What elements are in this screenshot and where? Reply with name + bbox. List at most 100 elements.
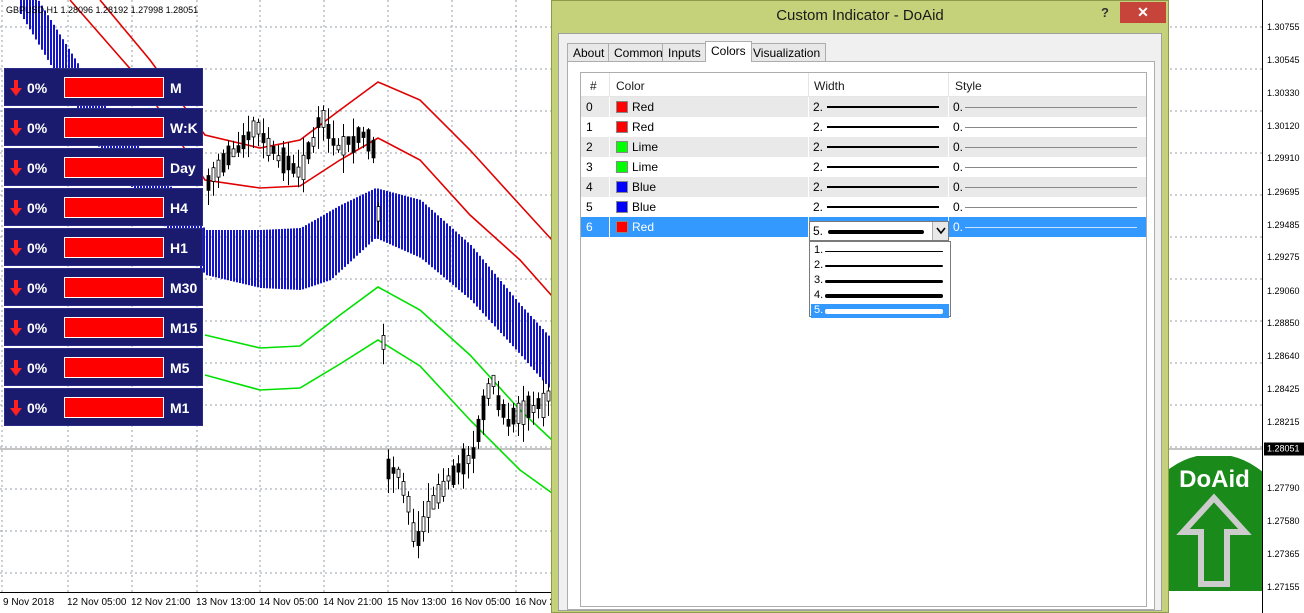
trend-percent: 0% (27, 280, 48, 296)
color-swatch[interactable] (616, 121, 628, 133)
tab-colors[interactable]: Colors (705, 41, 752, 62)
color-swatch[interactable] (616, 221, 628, 233)
cloud-bar (452, 228, 454, 285)
color-row[interactable]: 5 Blue 2. 0. (581, 197, 1146, 217)
width-option[interactable]: 3. (811, 274, 949, 288)
width-value[interactable]: 2. (813, 140, 823, 154)
tab-about[interactable]: About (567, 43, 611, 61)
candle-body (301, 154, 306, 181)
color-name[interactable]: Red (632, 220, 654, 234)
width-option[interactable]: 2. (811, 259, 949, 273)
color-swatch[interactable] (616, 201, 628, 213)
width-combobox[interactable]: 5. (809, 221, 949, 241)
cloud-bar (518, 302, 520, 353)
style-value[interactable]: 0. (953, 220, 963, 234)
colors-grid[interactable]: # Color Width Style 0 Red 2. 0. 1 Red 2. 0. 2 Lim… (580, 72, 1147, 607)
color-row[interactable]: 2 Lime 2. 0. (581, 137, 1146, 157)
cloud-bar (254, 230, 256, 287)
style-value[interactable]: 0. (953, 100, 963, 114)
cloud-bar (275, 229, 277, 289)
width-option[interactable]: 4. (811, 289, 949, 303)
color-name[interactable]: Blue (632, 180, 656, 194)
color-row[interactable]: 3 Lime 2. 0. (581, 157, 1146, 177)
time-axis[interactable]: 9 Nov 2018 12 Nov 05:00 12 Nov 21:00 13 Nov… (0, 592, 552, 613)
color-name[interactable]: Blue (632, 200, 656, 214)
color-swatch[interactable] (616, 161, 628, 173)
col-header-width[interactable]: Width (814, 79, 845, 93)
tab-inputs[interactable]: Inputs (662, 43, 707, 61)
candle-body (446, 475, 451, 482)
cloud-bar (338, 206, 340, 273)
width-value[interactable]: 2. (813, 160, 823, 174)
style-value[interactable]: 0. (953, 140, 963, 154)
price-axis[interactable]: 1.30755 1.30545 1.30330 1.30120 1.29910 1.296… (1262, 0, 1304, 613)
close-button[interactable]: ✕ (1120, 2, 1166, 23)
color-row[interactable]: 1 Red 2. 0. (581, 117, 1146, 137)
width-value[interactable]: 2. (813, 120, 823, 134)
trend-row: 0% M1 (4, 388, 203, 426)
style-line-sample (965, 207, 1137, 208)
candle-body (281, 147, 286, 174)
cloud-bar (347, 201, 349, 265)
tab-visualization[interactable]: Visualization (747, 43, 827, 61)
candle-body (226, 145, 231, 166)
cloud-bar (248, 230, 250, 286)
candle-body (501, 404, 506, 418)
color-name[interactable]: Lime (632, 160, 658, 174)
candle-body (496, 395, 501, 411)
color-row[interactable]: 4 Blue 2. 0. (581, 177, 1146, 197)
doaid-logo: DoAid (1167, 456, 1262, 591)
candle-body (541, 392, 546, 418)
col-header-index[interactable]: # (590, 79, 597, 93)
color-name[interactable]: Lime (632, 140, 658, 154)
width-option[interactable]: 1. (811, 244, 949, 258)
price-axis-label: 1.30755 (1267, 22, 1300, 32)
color-row[interactable]: 0 Red 2. 0. (581, 97, 1146, 117)
candle-body (316, 117, 321, 128)
cloud-bar (476, 252, 478, 307)
width-option-line (825, 251, 943, 252)
color-name[interactable]: Red (632, 120, 654, 134)
style-value[interactable]: 0. (953, 200, 963, 214)
down-arrow-icon (10, 200, 22, 216)
cloud-bar (506, 288, 508, 340)
candle-body (331, 138, 336, 146)
right-chart-area (1165, 0, 1262, 460)
help-button[interactable]: ? (1097, 5, 1113, 23)
cloud-bar (47, 15, 49, 60)
cloud-bar (368, 191, 370, 245)
chevron-down-icon[interactable] (932, 222, 948, 240)
width-value[interactable]: 2. (813, 200, 823, 214)
cloud-bar (281, 228, 283, 290)
cloud-bar (386, 190, 388, 243)
width-option-line (825, 265, 943, 267)
candle-body (516, 402, 521, 424)
trend-strength-bar (64, 397, 164, 418)
width-value[interactable]: 2. (813, 180, 823, 194)
col-header-color[interactable]: Color (616, 79, 645, 93)
down-arrow-icon (10, 360, 22, 376)
color-swatch[interactable] (616, 101, 628, 113)
candle-body (461, 448, 466, 475)
style-value[interactable]: 0. (953, 180, 963, 194)
color-name[interactable]: Red (632, 100, 654, 114)
trend-strength-bar (64, 117, 164, 138)
candle-body (546, 390, 551, 402)
cloud-bar (230, 230, 232, 281)
price-axis-label: 1.27365 (1267, 549, 1300, 560)
cloud-bar (44, 10, 46, 55)
tab-common[interactable]: Common (608, 43, 669, 61)
cloud-bar (263, 229, 265, 289)
style-value[interactable]: 0. (953, 120, 963, 134)
color-swatch[interactable] (616, 181, 628, 193)
col-header-style[interactable]: Style (955, 79, 982, 93)
cloud-bar (221, 230, 223, 279)
cloud-bar (449, 226, 451, 283)
cloud-bar (203, 227, 205, 273)
width-value[interactable]: 2. (813, 100, 823, 114)
width-option[interactable]: 5. (811, 304, 949, 318)
candle-body (356, 127, 361, 143)
cloud-bar (407, 196, 409, 253)
style-value[interactable]: 0. (953, 160, 963, 174)
color-swatch[interactable] (616, 141, 628, 153)
